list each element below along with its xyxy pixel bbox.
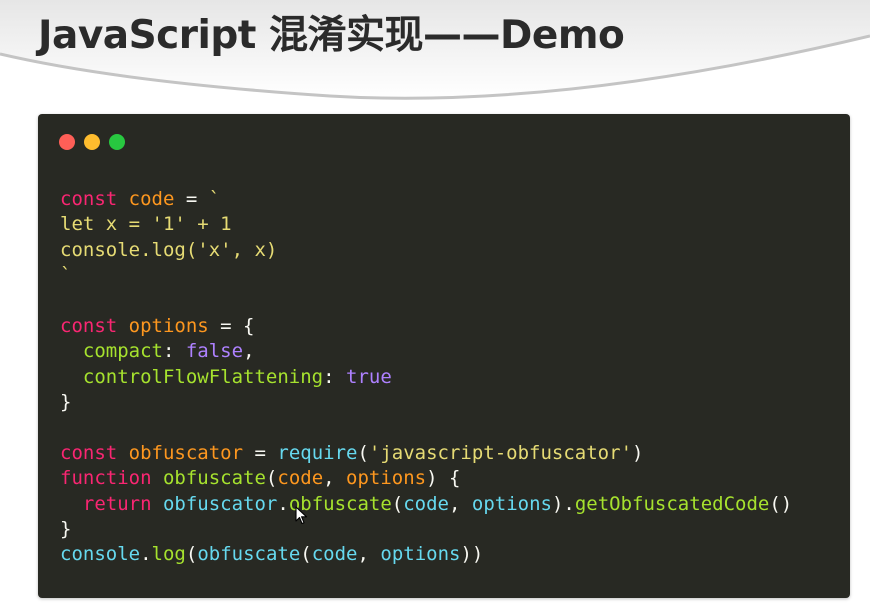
code-token: const (60, 314, 118, 337)
code-token: obfuscate (162, 467, 266, 490)
code-line: const code = ` (60, 187, 792, 212)
code-window: const code = ` let x = '1' + 1 console.log… (38, 114, 850, 598)
code-token: ) (632, 441, 644, 464)
code-token: )) (460, 543, 484, 566)
code-line: console.log(obfuscate(code, options)) (60, 542, 792, 567)
code-token: console (60, 543, 141, 566)
code-token: ) { (426, 467, 461, 490)
code-token: obfuscate (197, 543, 301, 566)
code-token: 'javascript-obfuscator' (368, 441, 633, 464)
code-token: getObfuscatedCode (574, 492, 770, 515)
code-token: const (60, 441, 118, 464)
code-line: const options = { (60, 314, 792, 339)
code-token: code (311, 543, 358, 566)
code-token: , (449, 492, 472, 515)
code-line: ` (60, 263, 792, 288)
code-token: true (346, 365, 392, 388)
code-line: console.log('x', x) (60, 238, 792, 263)
close-dot[interactable] (59, 134, 75, 150)
code-token: , (243, 340, 255, 363)
code-token: ( (357, 441, 369, 464)
code-token: } (60, 518, 72, 541)
code-token: options (128, 314, 209, 337)
code-token: function (60, 467, 152, 490)
code-token: log (151, 543, 186, 566)
code-token: obfuscator (162, 492, 278, 515)
code-line: } (60, 517, 792, 542)
code-token: ` (208, 188, 221, 210)
code-token: ( (300, 543, 312, 566)
code-token: options (471, 492, 552, 515)
code-token: code (403, 492, 449, 515)
arrow-cursor-icon (295, 506, 308, 525)
code-token: return (82, 492, 152, 515)
maximize-dot[interactable] (109, 134, 125, 150)
code-line: controlFlowFlattening: true (60, 365, 792, 390)
code-token: controlFlowFlattening (82, 365, 324, 388)
code-token: , (323, 467, 347, 490)
page-title: JavaScript 混淆实现——Demo (38, 13, 625, 58)
code-line: let x = '1' + 1 (60, 212, 792, 237)
code-line: const obfuscator = require('javascript-o… (60, 441, 792, 466)
code-token: const (60, 188, 118, 210)
code-token: options (346, 467, 427, 490)
code-line: return obfuscator.obfuscate(code, option… (60, 492, 792, 517)
code-token: ( (391, 492, 404, 515)
minimize-dot[interactable] (84, 134, 100, 150)
code-token: , (357, 543, 381, 566)
code-line: function obfuscate(code, options) { (60, 466, 792, 491)
code-token: . (140, 543, 152, 566)
code-token: ( (265, 467, 278, 490)
code-token: ). (551, 492, 575, 515)
code-token: obfuscator (128, 441, 244, 464)
code-token: : (323, 365, 346, 388)
code-token: . (277, 492, 289, 515)
code-token: = (174, 188, 209, 210)
code-token: = (243, 441, 278, 464)
code-token: ` (60, 264, 72, 287)
code-token: } (60, 391, 72, 414)
window-controls (59, 134, 125, 150)
code-token: compact (82, 340, 163, 363)
code-token: () (769, 492, 793, 515)
code-token: console.log('x', x) (60, 238, 278, 261)
code-token: code (277, 467, 324, 490)
code-block[interactable]: const code = ` let x = '1' + 1 console.log… (60, 187, 792, 568)
slide-header: JavaScript 混淆实现——Demo (0, 0, 870, 110)
code-token: : (162, 340, 186, 363)
code-token: require (277, 441, 358, 464)
code-token: ( (185, 543, 198, 566)
code-token: code (128, 188, 175, 210)
code-token: false (185, 340, 244, 363)
code-line: compact: false, (60, 339, 792, 364)
code-line: } (60, 390, 792, 415)
code-token: options (380, 543, 461, 566)
code-token: let x = '1' + 1 (60, 213, 232, 236)
code-token: = { (208, 314, 255, 337)
